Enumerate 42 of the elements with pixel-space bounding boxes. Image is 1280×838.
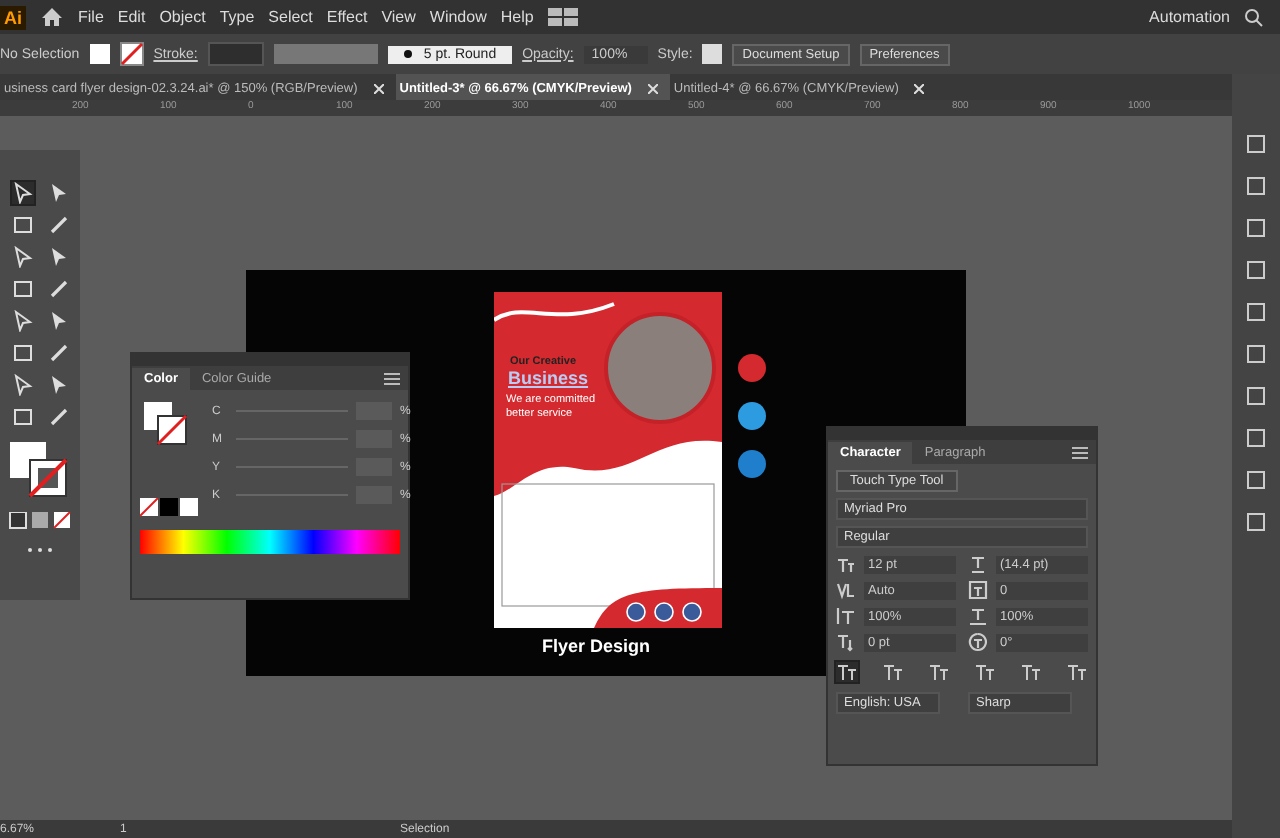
brush-dot-icon [403,50,412,58]
selection-arrow-icon[interactable] [11,182,33,204]
menu-item[interactable]: Type [219,8,255,26]
swatch-row-icon[interactable] [140,498,200,518]
workspace-switcher[interactable]: Automation [1149,8,1230,26]
vertical-scale-icon [836,606,856,626]
stroke-none-swatch-icon[interactable] [119,42,144,66]
rotation-icon [968,632,988,652]
direct-selection-icon[interactable] [47,182,69,204]
layout-icon[interactable] [547,8,580,26]
stroke-weight-field[interactable] [207,42,264,66]
variable-width-field[interactable] [273,44,378,64]
home-icon[interactable] [40,6,64,28]
menu-icon[interactable] [1072,445,1088,459]
close-icon[interactable] [647,84,658,94]
baseline-shift-icon [836,632,856,652]
menu-item[interactable]: File [78,8,104,26]
all-caps-icon[interactable] [836,662,858,682]
menu-item[interactable]: Help [500,8,534,26]
menu-item[interactable]: Edit [117,8,146,26]
tracking-icon [968,580,988,600]
leading-icon [968,554,988,574]
kerning-icon [836,580,856,600]
menu-item[interactable]: Effect [326,8,368,26]
close-icon[interactable] [914,84,925,94]
menu-item[interactable]: Window [429,8,487,26]
color-mode-icon[interactable] [6,512,74,530]
style-swatch[interactable] [702,44,723,64]
menu-item[interactable]: Select [268,8,313,26]
menu-icon[interactable] [384,371,400,385]
menu-item[interactable]: View [381,8,416,26]
fill-swatch[interactable] [89,44,110,64]
menu-item[interactable]: Object [159,8,206,26]
color-spectrum[interactable] [140,530,400,554]
search-icon[interactable] [1244,7,1268,27]
close-icon[interactable] [373,84,384,94]
flyer-title: Business [508,368,589,388]
small-caps-icon[interactable] [882,662,904,682]
font-size-icon [836,554,856,574]
artboard-caption: Flyer Design [542,636,651,656]
app-logo[interactable]: Ai [0,5,26,29]
horizontal-scale-icon [968,606,988,626]
